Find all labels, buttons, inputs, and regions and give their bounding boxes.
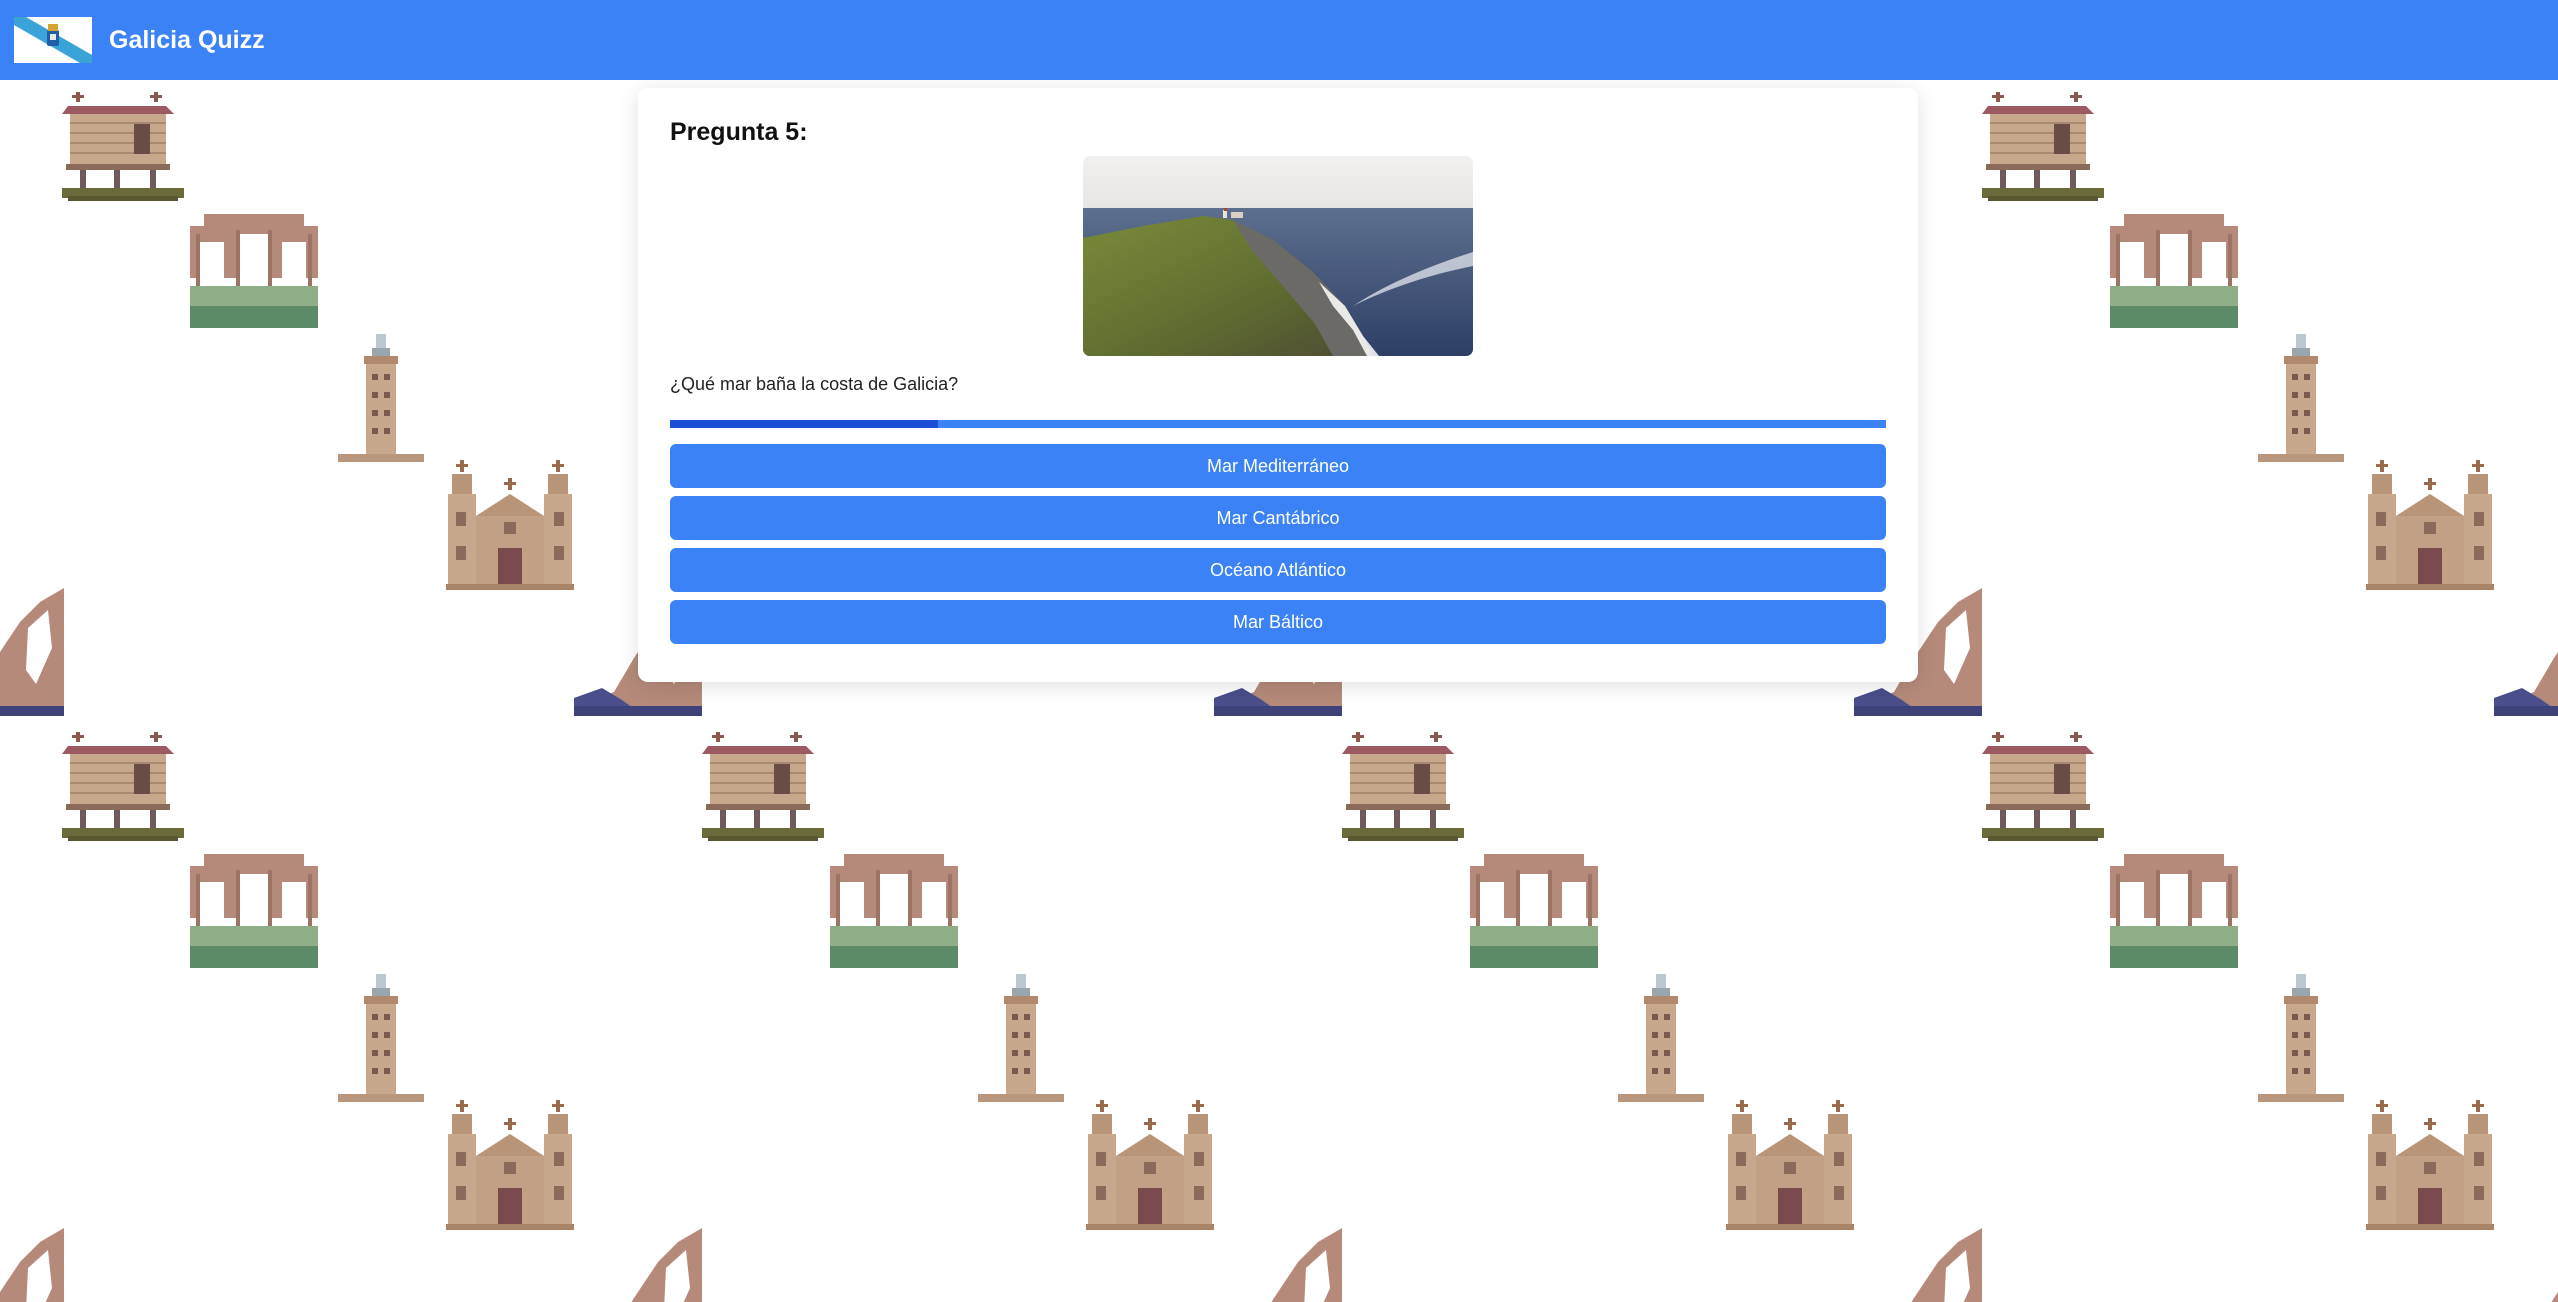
question-number-title: Pregunta 5: [670, 118, 808, 146]
progress-bar [670, 420, 1886, 428]
coastal-cliff-lighthouse-photo [1083, 156, 1473, 356]
app-header: Galicia Quizz [0, 0, 2558, 80]
app-title: Galicia Quizz [109, 26, 265, 54]
answer-button-2[interactable]: Mar Cantábrico [670, 496, 1886, 540]
answer-button-1[interactable]: Mar Mediterráneo [670, 444, 1886, 488]
quiz-card: Pregunta 5: ¿Qué mar baña la costa de Ga… [638, 88, 1918, 682]
answer-button-4[interactable]: Mar Báltico [670, 600, 1886, 644]
question-text: ¿Qué mar baña la costa de Galicia? [670, 374, 959, 394]
answer-button-3[interactable]: Océano Atlántico [670, 548, 1886, 592]
galicia-flag-icon [14, 17, 92, 63]
question-image [1083, 156, 1473, 356]
progress-bar-fill [670, 420, 938, 428]
